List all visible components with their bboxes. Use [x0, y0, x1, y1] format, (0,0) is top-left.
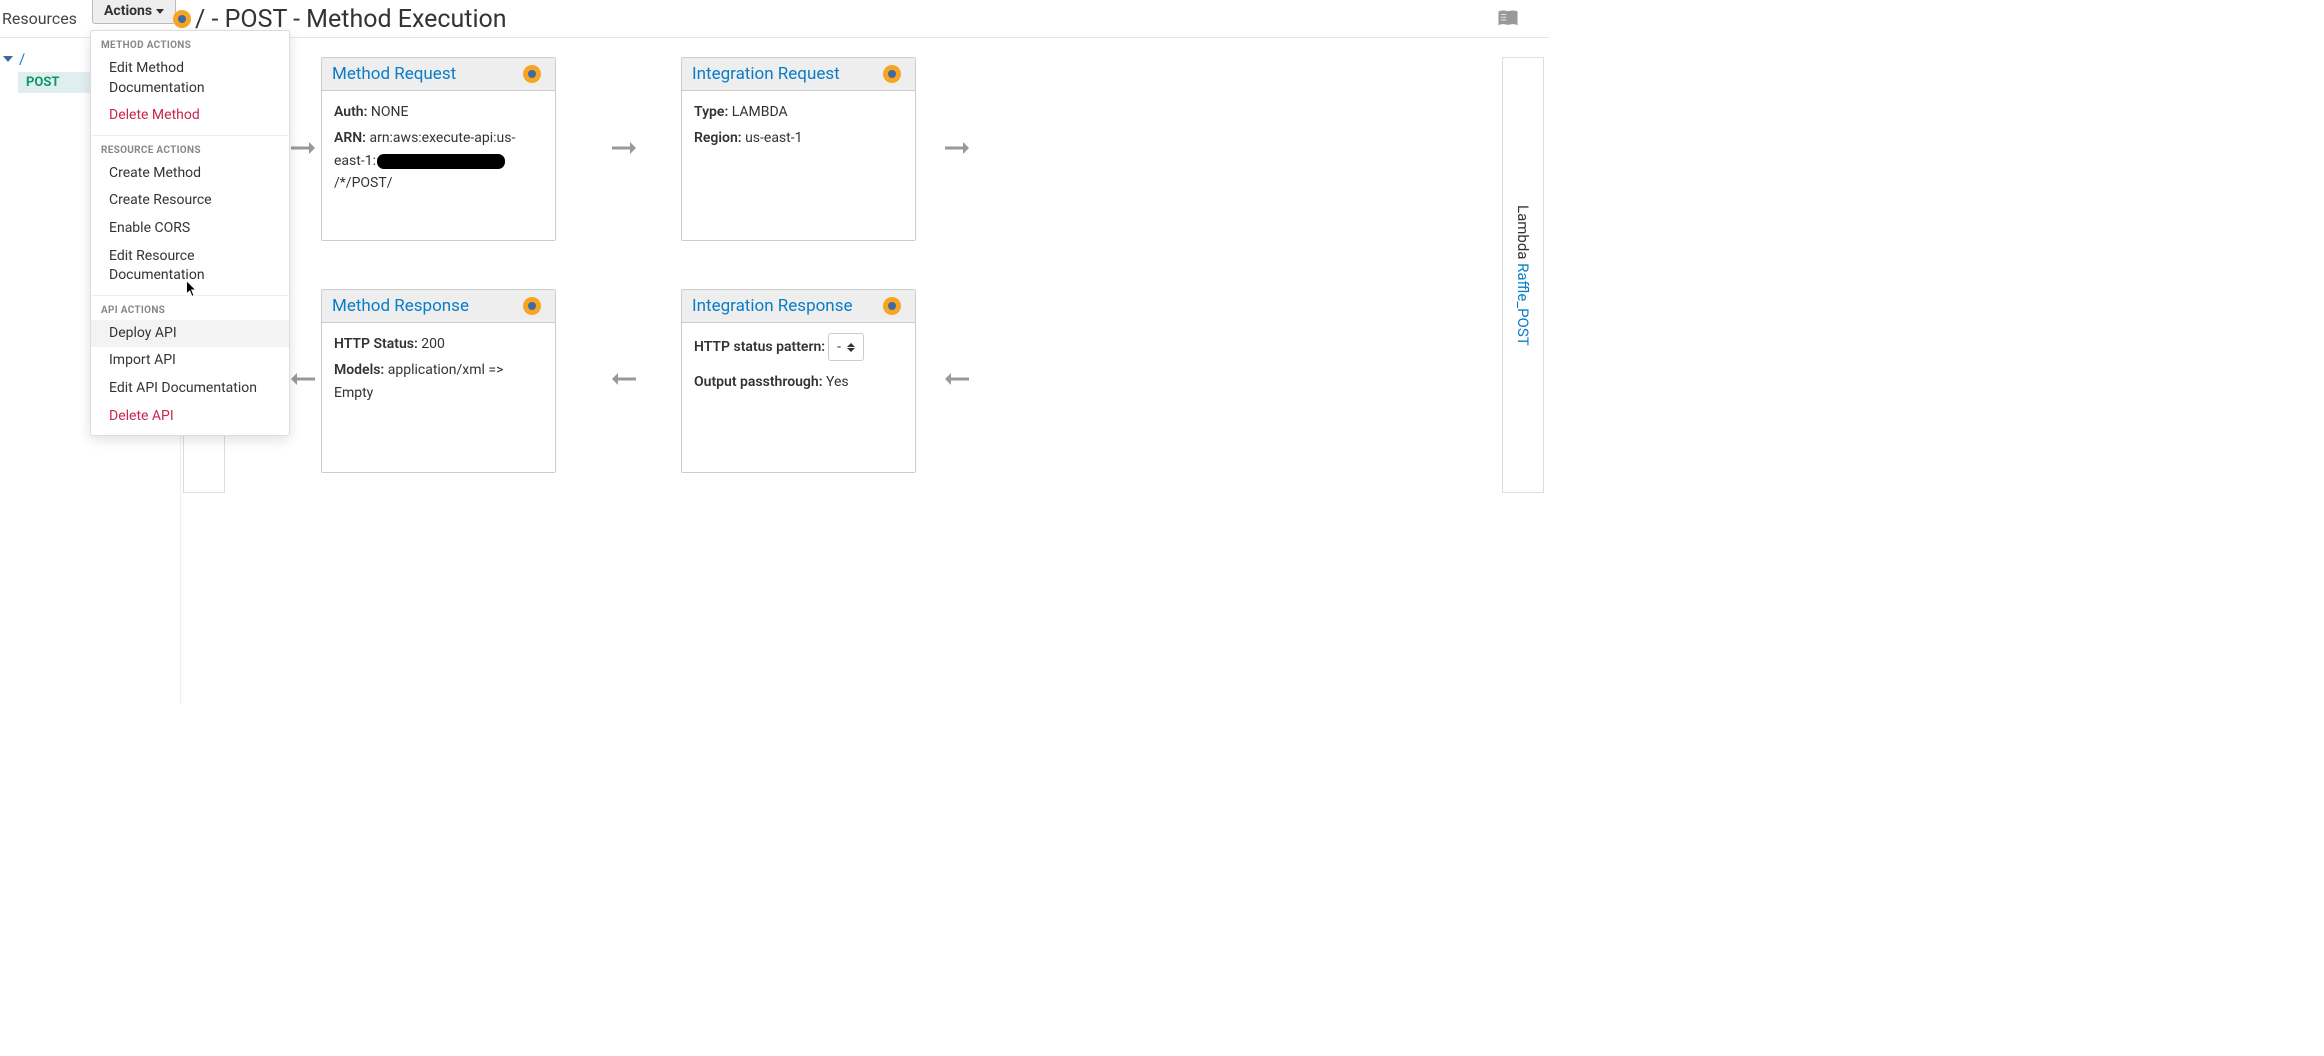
passthrough-label: Output passthrough: [694, 374, 823, 390]
tree-root-label: / [19, 50, 25, 68]
type-label: Type: [694, 104, 728, 120]
dropdown-divider [91, 135, 289, 136]
resources-heading: Resources [0, 9, 107, 28]
models-label: Models: [334, 362, 384, 378]
menu-delete-api[interactable]: Delete API [91, 403, 289, 431]
menu-delete-method[interactable]: Delete Method [91, 102, 289, 130]
arn-label: ARN: [334, 130, 366, 146]
dropdown-section-resource: RESOURCE ACTIONS [91, 141, 289, 160]
status-dot-icon [883, 297, 901, 315]
http-status-value: 200 [421, 336, 445, 352]
select-arrows-icon [847, 343, 855, 352]
menu-edit-method-documentation[interactable]: Edit Method Documentation [91, 55, 289, 102]
lambda-box[interactable]: Lambda Raffle_POST [1502, 57, 1544, 493]
lambda-prefix: Lambda [1514, 205, 1532, 263]
documentation-icon[interactable] [1497, 10, 1519, 28]
status-dot-icon [883, 65, 901, 83]
integration-request-card[interactable]: Integration Request Type: LAMBDA Region:… [681, 57, 916, 241]
auth-label: Auth: [334, 104, 367, 120]
arrow-left-icon [291, 372, 315, 386]
status-dot-icon [523, 65, 541, 83]
actions-dropdown: METHOD ACTIONS Edit Method Documentation… [90, 30, 290, 436]
redacted-arn [377, 154, 505, 169]
caret-down-icon [156, 9, 164, 14]
collapse-icon [3, 56, 13, 62]
status-dot-icon [523, 297, 541, 315]
arrow-left-icon [945, 372, 969, 386]
type-value: LAMBDA [732, 104, 788, 120]
pattern-label: HTTP status pattern: [694, 336, 825, 358]
dropdown-section-api: API ACTIONS [91, 301, 289, 320]
pattern-select[interactable]: - [828, 333, 864, 361]
arrow-left-icon [612, 372, 636, 386]
auth-value: NONE [371, 104, 409, 120]
method-response-card[interactable]: Method Response HTTP Status: 200 Models:… [321, 289, 556, 473]
menu-create-method[interactable]: Create Method [91, 160, 289, 188]
arn-suffix: /*/POST/ [334, 175, 393, 191]
menu-create-resource[interactable]: Create Resource [91, 187, 289, 215]
menu-enable-cors[interactable]: Enable CORS [91, 215, 289, 243]
method-request-card[interactable]: Method Request Auth: NONE ARN: arn:aws:e… [321, 57, 556, 241]
actions-button[interactable]: Actions [92, 0, 176, 24]
method-response-title: Method Response [332, 296, 469, 316]
menu-deploy-api[interactable]: Deploy API [91, 320, 289, 348]
cursor-icon [185, 280, 199, 298]
status-dot-icon [173, 10, 191, 28]
region-label: Region: [694, 130, 742, 146]
arrow-right-icon [945, 141, 969, 155]
integration-request-title: Integration Request [692, 64, 840, 84]
method-request-title: Method Request [332, 64, 456, 84]
actions-button-label: Actions [104, 3, 152, 19]
pattern-value: - [837, 336, 841, 358]
integration-response-card[interactable]: Integration Response HTTP status pattern… [681, 289, 916, 473]
lambda-name: Raffle_POST [1514, 263, 1532, 346]
dropdown-section-method: METHOD ACTIONS [91, 36, 289, 55]
region-value: us-east-1 [745, 130, 802, 146]
menu-import-api[interactable]: Import API [91, 347, 289, 375]
lambda-link[interactable]: Lambda Raffle_POST [1514, 205, 1532, 346]
menu-edit-api-documentation[interactable]: Edit API Documentation [91, 375, 289, 403]
arrow-right-icon [612, 141, 636, 155]
passthrough-value: Yes [826, 374, 849, 390]
integration-response-title: Integration Response [692, 296, 853, 316]
http-status-label: HTTP Status: [334, 336, 418, 352]
arrow-right-icon [291, 141, 315, 155]
